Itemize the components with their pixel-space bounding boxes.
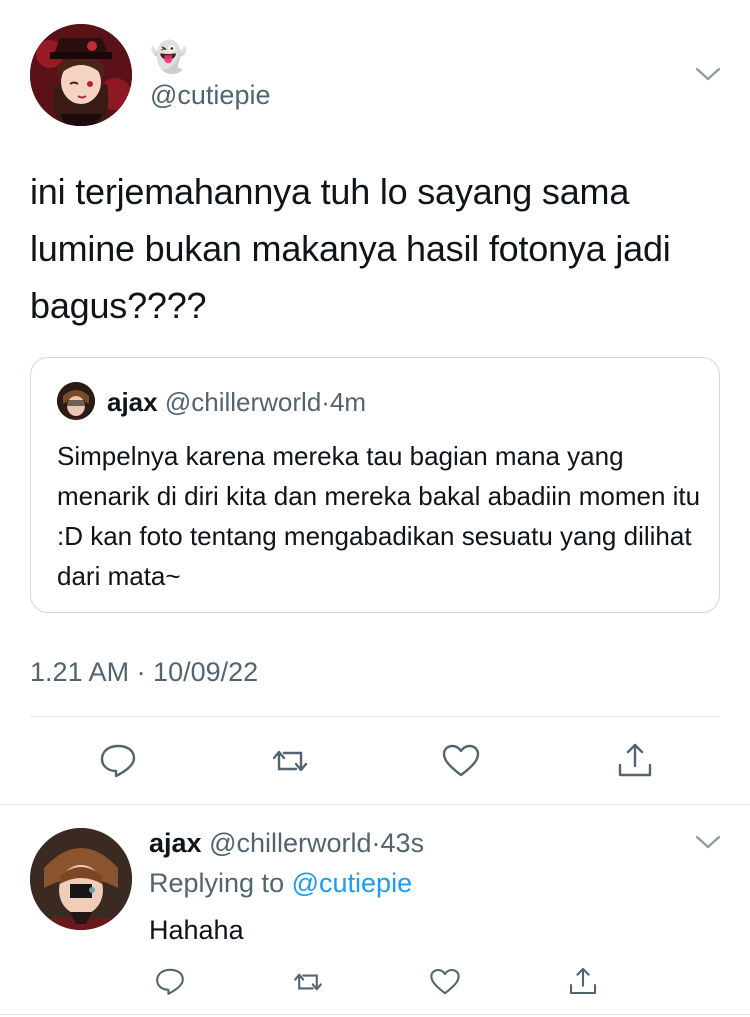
- retweet-icon[interactable]: [270, 741, 310, 781]
- reply-name[interactable]: ajax: [149, 828, 202, 858]
- tweet-text: ini terjemahannya tuh lo sayang sama lum…: [30, 171, 671, 326]
- reply-icon[interactable]: [154, 965, 186, 997]
- reply-avatar[interactable]: [30, 828, 132, 930]
- divider: [0, 1014, 750, 1015]
- separator-dot: ·: [371, 828, 381, 858]
- quoted-tweet[interactable]: ajax @chillerworld·4m Simpelnya karena m…: [30, 357, 720, 613]
- quoted-handle[interactable]: @chillerworld: [165, 387, 321, 417]
- reply-header: ajax @chillerworld·43s: [149, 826, 424, 860]
- chevron-down-icon[interactable]: [695, 66, 721, 82]
- quoted-time[interactable]: 4m: [330, 387, 366, 417]
- replying-to: Replying to @cutiepie: [149, 866, 412, 900]
- share-icon[interactable]: [567, 965, 599, 997]
- tweet-timestamp[interactable]: 1.21 AM · 10/09/22: [30, 657, 258, 688]
- retweet-icon[interactable]: [292, 966, 324, 998]
- divider: [0, 804, 750, 805]
- author-handle[interactable]: @cutiepie: [150, 80, 270, 111]
- quoted-name[interactable]: ajax: [107, 387, 158, 417]
- quoted-text: Simpelnya karena mereka tau bagian mana …: [57, 441, 701, 591]
- reply-text: Hahaha: [149, 915, 244, 945]
- like-icon[interactable]: [441, 741, 481, 781]
- mention-link[interactable]: @cutiepie: [292, 868, 412, 898]
- author-avatar[interactable]: [30, 24, 132, 126]
- quoted-header: ajax @chillerworld·4m: [107, 386, 366, 418]
- quoted-avatar[interactable]: [57, 382, 95, 420]
- like-icon[interactable]: [429, 966, 461, 998]
- author-display-name[interactable]: 👻: [150, 40, 187, 76]
- chevron-down-icon[interactable]: [695, 834, 721, 850]
- divider: [30, 716, 720, 717]
- reply-time[interactable]: 43s: [381, 828, 425, 858]
- separator-dot: ·: [321, 387, 330, 417]
- share-icon[interactable]: [615, 740, 655, 780]
- reply-handle[interactable]: @chillerworld: [209, 828, 371, 858]
- reply-icon[interactable]: [98, 740, 138, 780]
- replying-prefix: Replying to: [149, 868, 285, 898]
